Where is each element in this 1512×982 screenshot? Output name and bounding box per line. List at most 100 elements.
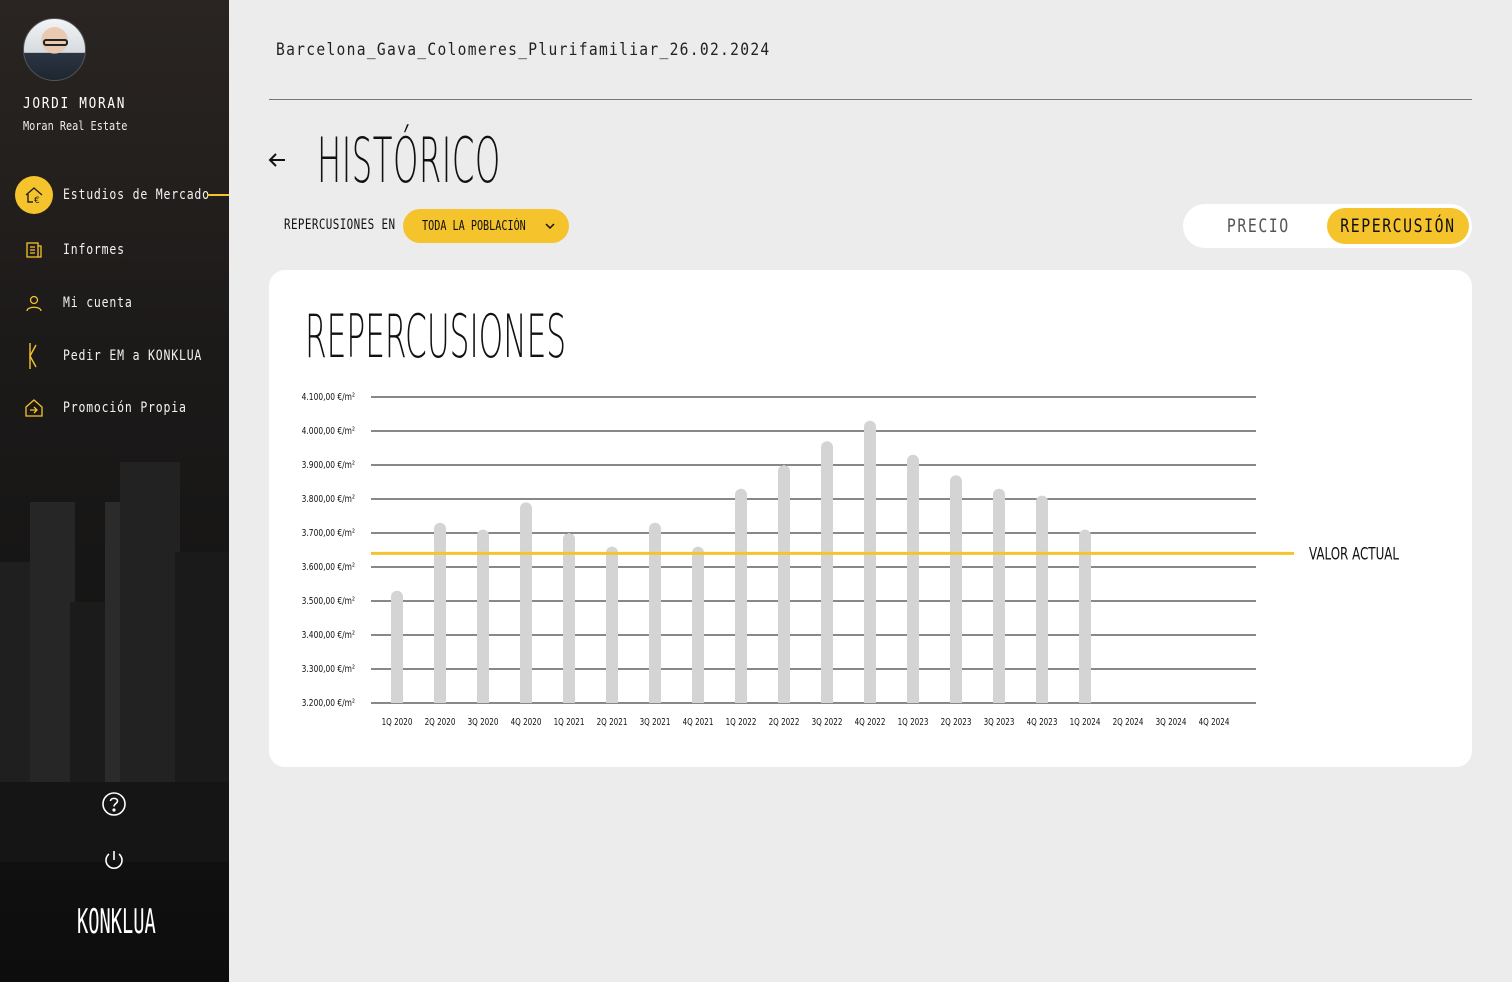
y-tick-label: 3.300,00 €/m² (302, 664, 355, 675)
house-arrow-icon (15, 389, 53, 427)
population-dropdown[interactable]: TODA LA POBLACIÓN (403, 209, 569, 243)
bar-base (821, 697, 833, 703)
sidebar-item-label: Pedir EM a KONKLUA (63, 348, 203, 364)
sidebar-item-label: Mi cuenta (63, 295, 133, 311)
file-name: Barcelona_Gava_Colomeres_Plurifamiliar_2… (276, 40, 771, 60)
x-tick-label: 1Q 2020 (382, 717, 413, 728)
reference-line-label: VALOR ACTUAL (1309, 544, 1400, 564)
chart-title: REPERCUSIONES (305, 302, 567, 372)
y-tick-label: 3.400,00 €/m² (302, 630, 355, 641)
y-tick-label: 3.800,00 €/m² (302, 494, 355, 505)
bar (1036, 495, 1048, 703)
help-icon[interactable] (101, 791, 127, 817)
bar-base (735, 697, 747, 703)
bar-base (907, 697, 919, 703)
x-tick-label: 4Q 2020 (511, 717, 542, 728)
city-skyline-background (0, 462, 229, 862)
x-tick-label: 4Q 2022 (855, 717, 886, 728)
svg-text:€: € (34, 196, 40, 206)
x-tick-label: 4Q 2024 (1199, 717, 1230, 728)
bar (950, 475, 962, 703)
user-icon (15, 284, 53, 322)
sidebar-item-pedir-em[interactable]: Pedir EM a KONKLUA (0, 336, 229, 376)
bar-base (434, 697, 446, 703)
sidebar-item-label: Informes (63, 242, 125, 258)
user-company: Moran Real Estate (23, 119, 128, 133)
bar (477, 529, 489, 703)
bar-base (1079, 697, 1091, 703)
sidebar: JORDI MORAN Moran Real Estate € Estudios… (0, 0, 229, 982)
bar (907, 454, 919, 703)
bar-base (1036, 697, 1048, 703)
bar-base (950, 697, 962, 703)
x-tick-label: 1Q 2023 (898, 717, 929, 728)
sidebar-item-mi-cuenta[interactable]: Mi cuenta (0, 283, 229, 323)
power-icon[interactable] (101, 847, 127, 873)
dropdown-value: TODA LA POBLACIÓN (422, 218, 526, 234)
bar (563, 533, 575, 703)
bar (391, 590, 403, 703)
x-tick-label: 1Q 2022 (726, 717, 757, 728)
bar-base (477, 697, 489, 703)
konklua-k-icon (15, 337, 53, 375)
active-indicator (207, 194, 229, 196)
bar (735, 488, 747, 703)
header-divider (269, 99, 1472, 100)
konklua-logo: KONKLUA (77, 902, 156, 942)
avatar[interactable] (23, 18, 86, 81)
y-tick-label: 3.700,00 €/m² (302, 528, 355, 539)
x-tick-label: 3Q 2024 (1156, 717, 1187, 728)
bar (1079, 529, 1091, 703)
bar-base (563, 697, 575, 703)
sidebar-item-informes[interactable]: Informes (0, 230, 229, 270)
repercussion-bar-chart: 4.100,00 €/m² 4.000,00 €/m² 3.900,00 €/m² 3… (302, 392, 1400, 728)
bar-base (692, 697, 704, 703)
sidebar-item-promocion-propia[interactable]: Promoción Propia (0, 388, 229, 428)
x-tick-label: 2Q 2021 (597, 717, 628, 728)
x-tick-label: 2Q 2022 (769, 717, 800, 728)
bar (520, 502, 532, 703)
bar (778, 465, 790, 703)
y-tick-label: 3.600,00 €/m² (302, 562, 355, 573)
bar (434, 522, 446, 703)
y-tick-label: 3.200,00 €/m² (302, 698, 355, 709)
x-tick-label: 2Q 2023 (941, 717, 972, 728)
bar-base (778, 697, 790, 703)
sidebar-item-label: Estudios de Mercado (63, 187, 210, 203)
x-tick-label: 1Q 2024 (1070, 717, 1101, 728)
back-arrow-icon[interactable] (266, 149, 288, 171)
glasses-detail (43, 39, 68, 46)
bar (692, 546, 704, 703)
toggle-option-label: REPERCUSIÓN (1340, 215, 1456, 237)
y-tick-label: 4.100,00 €/m² (302, 392, 355, 403)
report-icon (15, 231, 53, 269)
x-tick-label: 3Q 2023 (984, 717, 1015, 728)
bar-base (649, 697, 661, 703)
y-tick-label: 3.900,00 €/m² (302, 460, 355, 471)
x-tick-label: 2Q 2020 (425, 717, 456, 728)
toggle-option-precio[interactable]: PRECIO (1193, 208, 1323, 244)
y-tick-label: 3.500,00 €/m² (302, 596, 355, 607)
page-title: HISTÓRICO (317, 124, 501, 197)
bar (606, 546, 618, 703)
y-tick-label: 4.000,00 €/m² (302, 426, 355, 437)
bar-base (864, 697, 876, 703)
sidebar-item-estudios-de-mercado[interactable]: € Estudios de Mercado (0, 175, 229, 215)
x-tick-label: 3Q 2020 (468, 717, 499, 728)
x-tick-label: 4Q 2021 (683, 717, 714, 728)
bar-base (606, 697, 618, 703)
toggle-option-repercusion[interactable]: REPERCUSIÓN (1327, 208, 1469, 244)
x-tick-label: 4Q 2023 (1027, 717, 1058, 728)
bar (821, 441, 833, 703)
toggle-option-label: PRECIO (1226, 215, 1290, 237)
bar-base (391, 697, 403, 703)
x-tick-label: 2Q 2024 (1113, 717, 1144, 728)
bar-base (520, 697, 532, 703)
house-euro-icon: € (15, 176, 53, 214)
bar (993, 488, 1005, 703)
user-name: JORDI MORAN (23, 94, 127, 112)
bar (649, 522, 661, 703)
x-tick-label: 1Q 2021 (554, 717, 585, 728)
x-tick-label: 3Q 2021 (640, 717, 671, 728)
sidebar-item-label: Promoción Propia (63, 400, 187, 416)
